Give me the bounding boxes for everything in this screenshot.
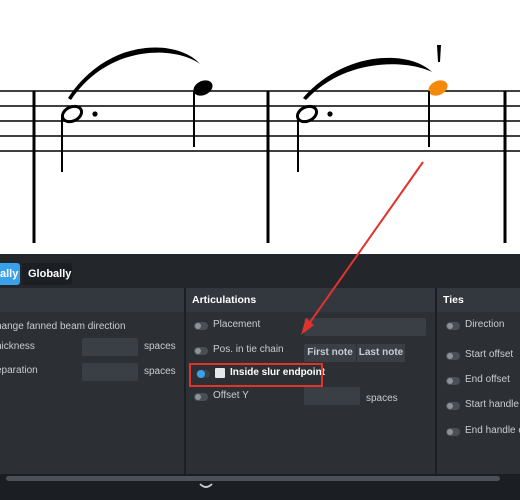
augmentation-dot xyxy=(92,111,98,117)
offset-y-unit: spaces xyxy=(366,393,398,404)
prop-pos-in-tie-chain: Pos. in tie chain xyxy=(213,344,284,355)
group-header xyxy=(0,288,184,312)
prop-thickness: hickness xyxy=(0,341,35,352)
prop-separation: eparation xyxy=(0,365,38,376)
staff-lines xyxy=(0,90,520,152)
separation-field[interactable] xyxy=(82,363,138,381)
prop-placement: Placement xyxy=(213,319,261,330)
thickness-field[interactable] xyxy=(82,338,138,356)
prop-start-offset: Start offset xyxy=(465,349,514,360)
half-note-dotted-2 xyxy=(295,104,333,172)
start-handle-toggle[interactable] xyxy=(446,402,460,410)
music-score xyxy=(0,45,520,243)
score-view[interactable] xyxy=(0,0,520,254)
augmentation-dot xyxy=(327,111,333,117)
end-offset-toggle[interactable] xyxy=(446,377,460,385)
half-note-dotted-1 xyxy=(60,104,98,172)
separation-unit: spaces xyxy=(144,366,176,377)
panel-footer xyxy=(0,482,520,500)
prop-start-handle: Start handle o xyxy=(465,399,520,410)
prop-end-offset: End offset xyxy=(465,374,510,385)
last-note-button[interactable]: Last note xyxy=(357,344,405,362)
scrollbar-thumb[interactable] xyxy=(6,476,500,481)
pos-in-tie-chain-toggle[interactable] xyxy=(194,347,208,355)
slur-2 xyxy=(303,57,432,100)
prop-fanned-beam-direction: hange fanned beam direction xyxy=(0,321,126,332)
annotation-highlight-box xyxy=(189,363,323,387)
group-ties: Ties Direction Start offset End offset S… xyxy=(437,288,520,474)
direction-toggle[interactable] xyxy=(446,322,460,330)
offset-y-toggle[interactable] xyxy=(194,393,208,401)
slur-1 xyxy=(68,47,200,100)
group-title-articulations: Articulations xyxy=(186,288,435,312)
group-beams: hange fanned beam direction hickness spa… xyxy=(0,288,184,474)
thickness-unit: spaces xyxy=(144,341,176,352)
barlines xyxy=(32,91,507,243)
horizontal-scrollbar[interactable] xyxy=(0,474,520,482)
end-handle-toggle[interactable] xyxy=(446,428,460,436)
placement-field[interactable] xyxy=(304,318,426,336)
prop-end-handle: End handle o xyxy=(465,425,520,436)
placement-toggle[interactable] xyxy=(194,322,208,330)
tab-globally[interactable]: Globally xyxy=(22,263,72,285)
prop-direction: Direction xyxy=(465,319,505,330)
group-title-ties: Ties xyxy=(437,288,520,312)
first-note-button[interactable]: First note xyxy=(304,344,356,362)
staccatissimo-articulation xyxy=(437,45,441,62)
prop-offset-y: Offset Y xyxy=(213,390,249,401)
start-offset-toggle[interactable] xyxy=(446,352,460,360)
offset-y-field[interactable] xyxy=(304,387,360,405)
chevron-down-icon[interactable] xyxy=(197,482,215,496)
scope-tabs: ally Globally xyxy=(0,258,520,288)
tab-locally[interactable]: ally xyxy=(0,263,20,285)
